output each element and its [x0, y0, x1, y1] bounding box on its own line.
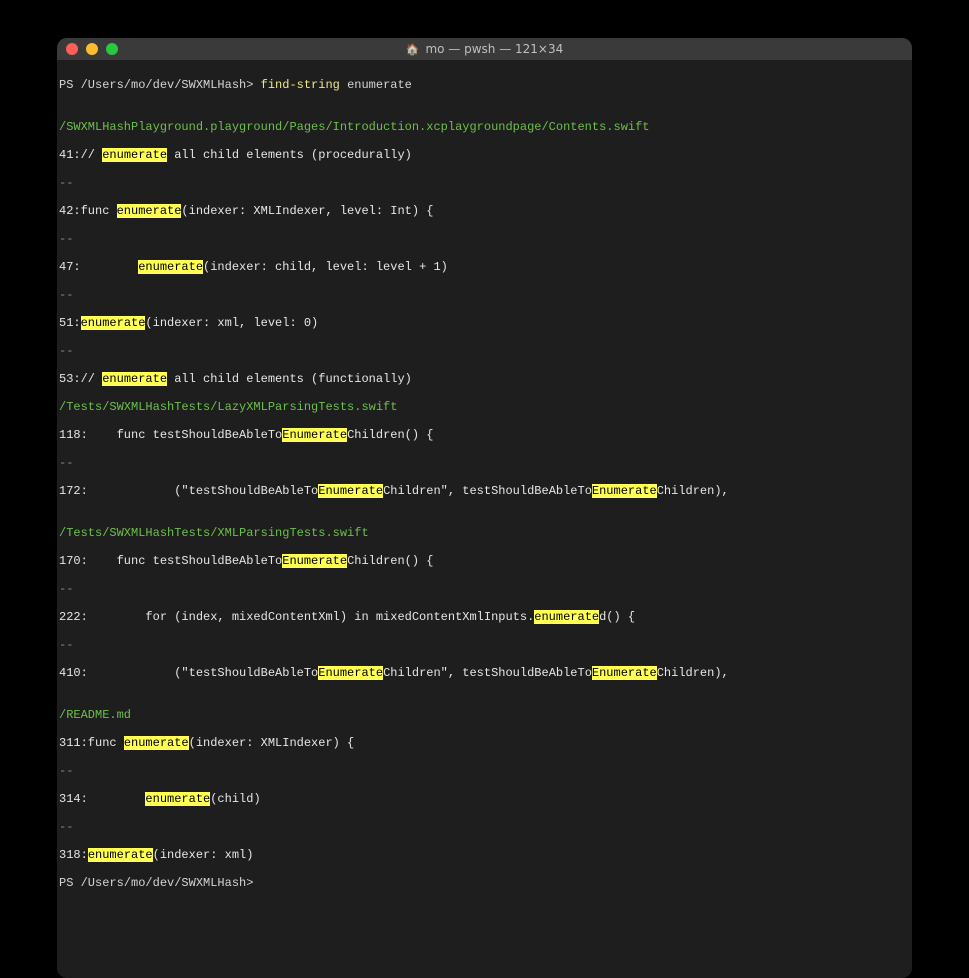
- separator: --: [59, 456, 910, 470]
- line-mid: Children", testShouldBeAbleTo: [383, 484, 592, 498]
- line-suffix: d() {: [599, 610, 635, 624]
- window-title: mo — pwsh — 121×34: [425, 42, 563, 56]
- line-prefix: 172: ("testShouldBeAbleTo: [59, 484, 318, 498]
- result-line: 311:func enumerate(indexer: XMLIndexer) …: [59, 736, 910, 750]
- match-highlight: enumerate: [102, 372, 167, 386]
- line-suffix: (child): [210, 792, 260, 806]
- result-line: 47: enumerate(indexer: child, level: lev…: [59, 260, 910, 274]
- line-suffix: Children),: [657, 484, 729, 498]
- match-highlight: Enumerate: [592, 484, 657, 498]
- line-prefix: 318:: [59, 848, 88, 862]
- separator: --: [59, 638, 910, 652]
- match-highlight: enumerate: [534, 610, 599, 624]
- close-button[interactable]: [66, 43, 78, 55]
- line-mid: Children", testShouldBeAbleTo: [383, 666, 592, 680]
- match-highlight: enumerate: [124, 736, 189, 750]
- line-suffix: Children() {: [347, 428, 433, 442]
- line-prefix: 53://: [59, 372, 102, 386]
- result-line: 41:// enumerate all child elements (proc…: [59, 148, 910, 162]
- result-line: 410: ("testShouldBeAbleToEnumerateChildr…: [59, 666, 910, 680]
- match-highlight: Enumerate: [318, 666, 383, 680]
- line-prefix: 118: func testShouldBeAbleTo: [59, 428, 282, 442]
- line-suffix: all child elements (functionally): [167, 372, 412, 386]
- file-path: /SWXMLHashPlayground.playground/Pages/In…: [59, 120, 910, 134]
- line-suffix: (indexer: XMLIndexer, level: Int) {: [181, 204, 433, 218]
- line-suffix: Children),: [657, 666, 729, 680]
- terminal-window: 🏠 mo — pwsh — 121×34 PS /Users/mo/dev/SW…: [57, 38, 912, 978]
- line-suffix: Children() {: [347, 554, 433, 568]
- line-prefix: 314:: [59, 792, 145, 806]
- line-suffix: (indexer: xml, level: 0): [145, 316, 318, 330]
- result-line: 222: for (index, mixedContentXml) in mix…: [59, 610, 910, 624]
- line-prefix: 41://: [59, 148, 102, 162]
- line-prefix: 410: ("testShouldBeAbleTo: [59, 666, 318, 680]
- file-path: /Tests/SWXMLHashTests/LazyXMLParsingTest…: [59, 400, 910, 414]
- command-text: find-string: [261, 78, 340, 92]
- file-path: /README.md: [59, 708, 910, 722]
- result-line: 53:// enumerate all child elements (func…: [59, 372, 910, 386]
- line-prefix: 47:: [59, 260, 138, 274]
- line-suffix: all child elements (procedurally): [167, 148, 412, 162]
- separator: --: [59, 582, 910, 596]
- line-prefix: 222: for (index, mixedContentXml) in mix…: [59, 610, 534, 624]
- maximize-button[interactable]: [106, 43, 118, 55]
- result-line: 314: enumerate(child): [59, 792, 910, 806]
- match-highlight: Enumerate: [592, 666, 657, 680]
- result-line: 118: func testShouldBeAbleToEnumerateChi…: [59, 428, 910, 442]
- result-line: 170: func testShouldBeAbleToEnumerateChi…: [59, 554, 910, 568]
- match-highlight: enumerate: [145, 792, 210, 806]
- minimize-button[interactable]: [86, 43, 98, 55]
- separator: --: [59, 344, 910, 358]
- file-path: /Tests/SWXMLHashTests/XMLParsingTests.sw…: [59, 526, 910, 540]
- line-suffix: (indexer: xml): [153, 848, 254, 862]
- result-line: 42:func enumerate(indexer: XMLIndexer, l…: [59, 204, 910, 218]
- match-highlight: Enumerate: [282, 554, 347, 568]
- titlebar[interactable]: 🏠 mo — pwsh — 121×34: [57, 38, 912, 60]
- result-line: 172: ("testShouldBeAbleToEnumerateChildr…: [59, 484, 910, 498]
- separator: --: [59, 176, 910, 190]
- line-prefix: 311:func: [59, 736, 124, 750]
- match-highlight: Enumerate: [318, 484, 383, 498]
- line-prefix: 170: func testShouldBeAbleTo: [59, 554, 282, 568]
- result-line: 51:enumerate(indexer: xml, level: 0): [59, 316, 910, 330]
- separator: --: [59, 820, 910, 834]
- separator: --: [59, 764, 910, 778]
- match-highlight: enumerate: [81, 316, 146, 330]
- line-prefix: 42:func: [59, 204, 117, 218]
- match-highlight: Enumerate: [282, 428, 347, 442]
- match-highlight: enumerate: [88, 848, 153, 862]
- line-suffix: (indexer: XMLIndexer) {: [189, 736, 355, 750]
- prompt-line: PS /Users/mo/dev/SWXMLHash>: [59, 876, 910, 890]
- window-title-wrap: 🏠 mo — pwsh — 121×34: [57, 42, 912, 56]
- match-highlight: enumerate: [138, 260, 203, 274]
- separator: --: [59, 232, 910, 246]
- match-highlight: enumerate: [117, 204, 182, 218]
- home-icon: 🏠: [406, 43, 420, 56]
- line-prefix: 51:: [59, 316, 81, 330]
- prompt-line: PS /Users/mo/dev/SWXMLHash> find-string …: [59, 78, 910, 92]
- match-highlight: enumerate: [102, 148, 167, 162]
- separator: --: [59, 288, 910, 302]
- command-arg: enumerate: [347, 78, 412, 92]
- terminal-body[interactable]: PS /Users/mo/dev/SWXMLHash> find-string …: [57, 60, 912, 978]
- line-suffix: (indexer: child, level: level + 1): [203, 260, 448, 274]
- result-line: 318:enumerate(indexer: xml): [59, 848, 910, 862]
- prompt-text: PS /Users/mo/dev/SWXMLHash>: [59, 78, 253, 92]
- traffic-lights: [66, 43, 118, 55]
